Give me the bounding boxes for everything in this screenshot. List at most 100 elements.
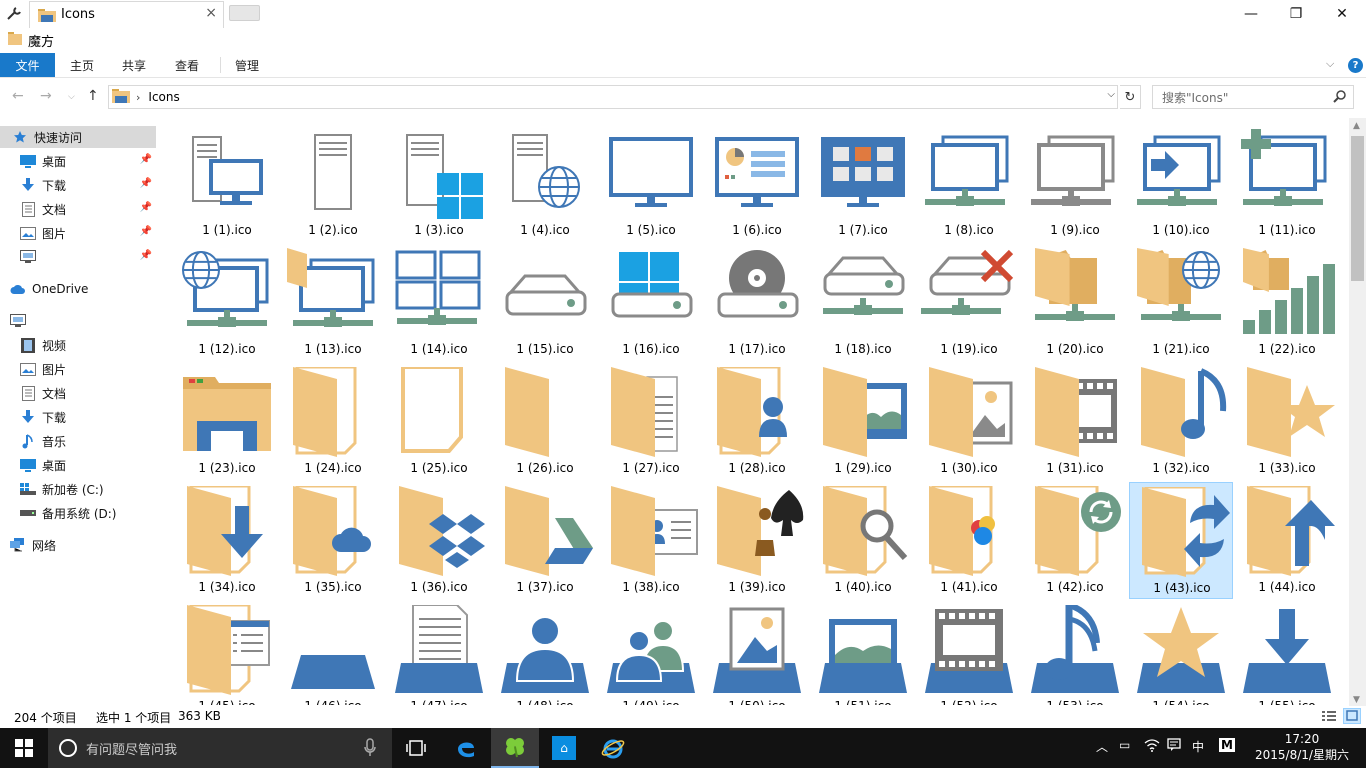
sidebar-item[interactable]: 文档 bbox=[0, 382, 156, 404]
file-item[interactable]: 1 (39).ico bbox=[705, 482, 809, 599]
ime-mode-indicator[interactable]: M bbox=[1219, 738, 1235, 752]
file-item[interactable]: 1 (8).ico bbox=[917, 125, 1021, 242]
sidebar-item[interactable]: 备用系统 (D:) bbox=[0, 502, 156, 524]
tab-close-button[interactable]: × bbox=[205, 5, 217, 21]
refresh-button[interactable]: ↻ bbox=[1120, 85, 1141, 109]
file-item[interactable]: 1 (17).ico bbox=[705, 244, 809, 361]
file-item[interactable]: 1 (11).ico bbox=[1235, 125, 1339, 242]
file-item[interactable]: 1 (51).ico bbox=[811, 601, 915, 705]
show-hidden-icons-icon[interactable]: ︿ bbox=[1096, 738, 1108, 755]
forward-arrow-icon[interactable]: → bbox=[40, 88, 52, 104]
scroll-up-icon[interactable]: ▲ bbox=[1353, 121, 1360, 131]
bookmark-item[interactable]: 魔方 bbox=[8, 31, 54, 50]
file-item[interactable]: 1 (40).ico bbox=[811, 482, 915, 599]
file-item[interactable]: 1 (49).ico bbox=[599, 601, 703, 705]
file-item[interactable]: 1 (15).ico bbox=[493, 244, 597, 361]
file-item[interactable]: 1 (29).ico bbox=[811, 363, 915, 480]
ribbon-tab-manage[interactable]: 管理 bbox=[221, 53, 273, 77]
sidebar-item[interactable]: 新加卷 (C:) bbox=[0, 478, 156, 500]
file-item[interactable]: 1 (7).ico bbox=[811, 125, 915, 242]
file-item[interactable]: 1 (2).ico bbox=[281, 125, 385, 242]
close-button[interactable]: ✕ bbox=[1319, 0, 1365, 28]
file-item[interactable]: 1 (24).ico bbox=[281, 363, 385, 480]
file-item[interactable]: 1 (36).ico bbox=[387, 482, 491, 599]
edge-browser-icon[interactable] bbox=[442, 728, 490, 768]
sidebar-item[interactable]: 桌面 bbox=[0, 454, 156, 476]
vertical-scrollbar[interactable]: ▲ ▼ bbox=[1349, 118, 1366, 708]
file-item[interactable]: 1 (4).ico bbox=[493, 125, 597, 242]
sidebar-item[interactable]: 桌面 📌 bbox=[0, 150, 156, 172]
file-item[interactable]: 1 (30).ico bbox=[917, 363, 1021, 480]
clover-app-icon[interactable] bbox=[491, 728, 539, 768]
up-arrow-icon[interactable]: ↑ bbox=[87, 88, 99, 104]
file-item[interactable]: 1 (25).ico bbox=[387, 363, 491, 480]
action-center-icon[interactable] bbox=[1167, 738, 1181, 755]
address-dropdown-icon[interactable]: ⌵ bbox=[1107, 89, 1115, 100]
pin-icon[interactable]: 📌 bbox=[140, 250, 152, 261]
file-item[interactable]: 1 (28).ico bbox=[705, 363, 809, 480]
maximize-button[interactable]: ❐ bbox=[1273, 0, 1319, 28]
file-item[interactable]: 1 (31).ico bbox=[1023, 363, 1127, 480]
file-item[interactable]: 1 (3).ico bbox=[387, 125, 491, 242]
scrollbar-thumb[interactable] bbox=[1351, 136, 1364, 281]
sidebar-item[interactable]: OneDrive bbox=[0, 278, 156, 300]
microphone-icon[interactable] bbox=[364, 738, 376, 762]
sidebar-item[interactable]: 音乐 bbox=[0, 430, 156, 452]
file-item[interactable]: 1 (46).ico bbox=[281, 601, 385, 705]
ribbon-tab-file[interactable]: 文件 bbox=[0, 53, 55, 77]
sidebar-item[interactable]: 下载 bbox=[0, 406, 156, 428]
cortana-search-box[interactable]: 有问题尽管问我 bbox=[48, 728, 392, 768]
file-item[interactable]: 1 (9).ico bbox=[1023, 125, 1127, 242]
file-item[interactable]: 1 (27).ico bbox=[599, 363, 703, 480]
ribbon-tab-home[interactable]: 主页 bbox=[56, 53, 108, 77]
sidebar-item[interactable]: 快速访问 bbox=[0, 126, 156, 148]
file-item[interactable]: 1 (21).ico bbox=[1129, 244, 1233, 361]
scroll-down-icon[interactable]: ▼ bbox=[1353, 695, 1360, 705]
sidebar-item[interactable]: 文档 📌 bbox=[0, 198, 156, 220]
file-item[interactable]: 1 (35).ico bbox=[281, 482, 385, 599]
file-item[interactable]: 1 (37).ico bbox=[493, 482, 597, 599]
file-item[interactable]: 1 (42).ico bbox=[1023, 482, 1127, 599]
details-view-icon[interactable] bbox=[1320, 708, 1338, 724]
help-icon[interactable]: ? bbox=[1348, 58, 1363, 73]
file-item[interactable]: 1 (43).ico bbox=[1129, 482, 1233, 599]
recent-dropdown-icon[interactable]: ⌵ bbox=[68, 92, 75, 102]
new-tab-button[interactable] bbox=[229, 5, 260, 21]
file-item[interactable]: 1 (53).ico bbox=[1023, 601, 1127, 705]
ribbon-tab-share[interactable]: 共享 bbox=[108, 53, 160, 77]
file-item[interactable]: 1 (13).ico bbox=[281, 244, 385, 361]
back-arrow-icon[interactable]: ← bbox=[12, 88, 24, 104]
large-icons-view-icon[interactable] bbox=[1343, 708, 1361, 724]
pin-icon[interactable]: 📌 bbox=[140, 154, 152, 165]
minimize-button[interactable]: — bbox=[1228, 0, 1274, 28]
ribbon-collapse-icon[interactable]: ⌵ bbox=[1326, 57, 1334, 71]
start-button[interactable] bbox=[0, 728, 48, 768]
breadcrumb-item[interactable]: Icons bbox=[148, 90, 179, 104]
pin-icon[interactable]: 📌 bbox=[140, 202, 152, 213]
file-item[interactable]: 1 (18).ico bbox=[811, 244, 915, 361]
file-item[interactable]: 1 (54).ico bbox=[1129, 601, 1233, 705]
file-item[interactable]: 1 (10).ico bbox=[1129, 125, 1233, 242]
file-item[interactable]: 1 (14).ico bbox=[387, 244, 491, 361]
file-item[interactable]: 1 (1).ico bbox=[175, 125, 279, 242]
file-item[interactable]: 1 (6).ico bbox=[705, 125, 809, 242]
sidebar-item[interactable]: 📌 bbox=[0, 246, 156, 268]
file-item[interactable]: 1 (47).ico bbox=[387, 601, 491, 705]
pin-icon[interactable]: 📌 bbox=[140, 178, 152, 189]
file-item[interactable]: 1 (34).ico bbox=[175, 482, 279, 599]
sidebar-item[interactable]: 网络 bbox=[0, 534, 156, 556]
pin-icon[interactable]: 📌 bbox=[140, 226, 152, 237]
ribbon-tab-view[interactable]: 查看 bbox=[161, 53, 213, 77]
file-item[interactable]: 1 (38).ico bbox=[599, 482, 703, 599]
file-item[interactable]: 1 (45).ico bbox=[175, 601, 279, 705]
sidebar-item[interactable] bbox=[0, 310, 156, 332]
sidebar-item[interactable]: 图片 bbox=[0, 358, 156, 380]
file-item[interactable]: 1 (32).ico bbox=[1129, 363, 1233, 480]
search-input[interactable]: 搜索"Icons" bbox=[1152, 85, 1354, 109]
wifi-icon[interactable] bbox=[1144, 738, 1160, 755]
file-item[interactable]: 1 (55).ico bbox=[1235, 601, 1339, 705]
file-item[interactable]: 1 (26).ico bbox=[493, 363, 597, 480]
file-item[interactable]: 1 (22).ico bbox=[1235, 244, 1339, 361]
wrench-icon[interactable] bbox=[4, 4, 24, 24]
file-item[interactable]: 1 (52).ico bbox=[917, 601, 1021, 705]
